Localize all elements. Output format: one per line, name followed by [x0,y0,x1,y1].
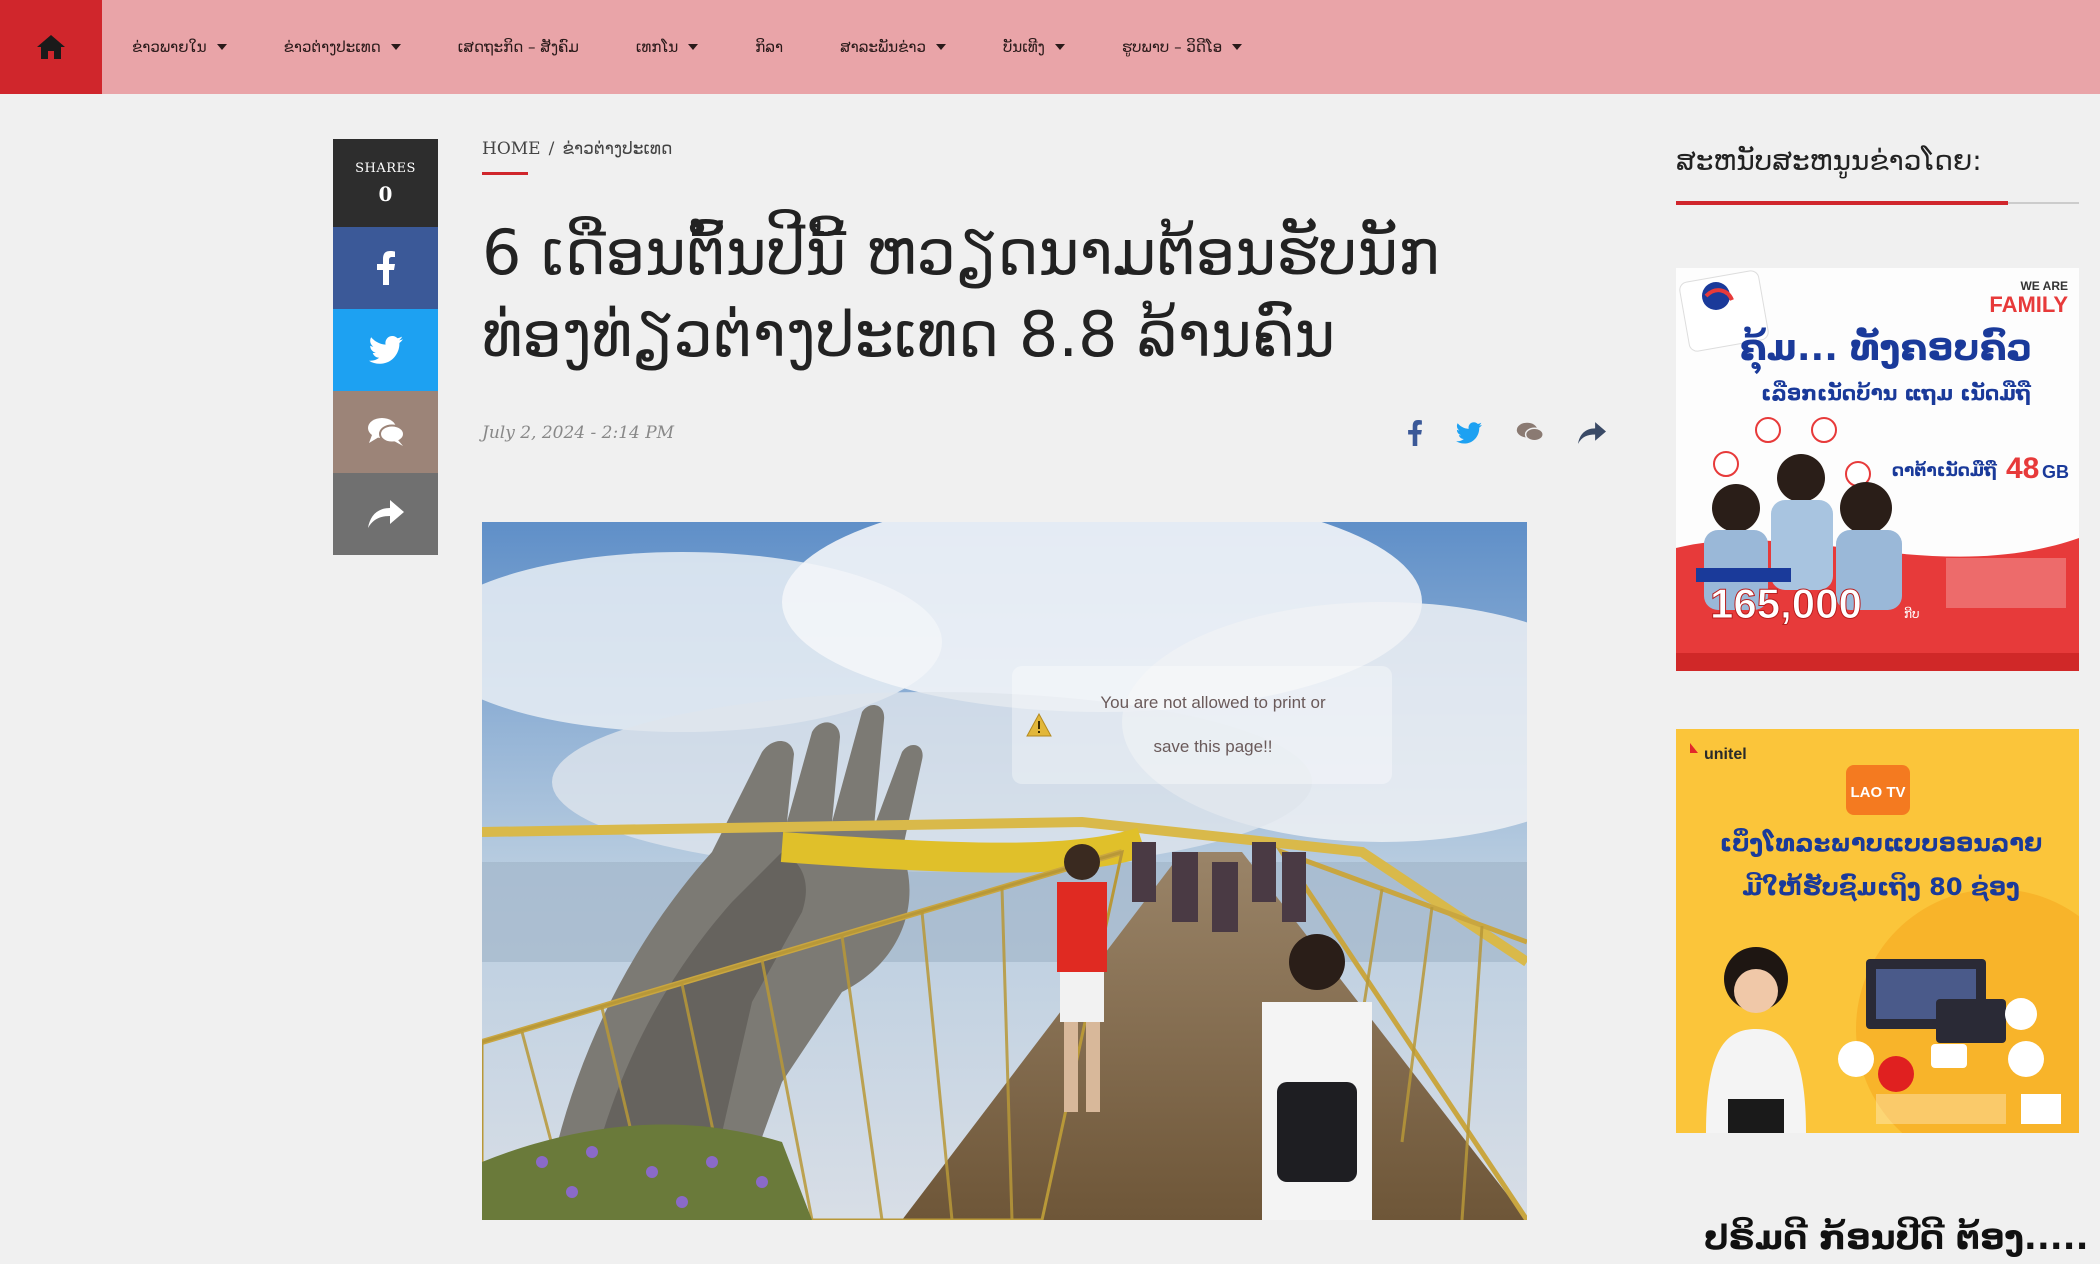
nav-item-label: ຂ່າວຕ່າງປະເທດ [283,38,381,56]
twitter-icon [368,336,403,364]
nav-item-1[interactable]: ຂ່າວຕ່າງປະເທດ [284,38,401,56]
ad1-data-label: ດາຕ້າເນັດມືຖື [1892,459,1998,481]
ad1-data-value: 48 [2006,452,2039,485]
nav-menu: ຂ່າວພາຍໃນ ຂ່າວຕ່າງປະເທດ ເສດຖະກິດ – ສັງຄົມ ເ… [102,0,1243,94]
comment-link[interactable] [1516,422,1544,444]
nav-item-label: ສາລະພັນຂ່າວ [840,38,926,56]
breadcrumb-home-link[interactable]: HOME [482,139,541,159]
share-arrow-icon [1578,422,1606,444]
ad2-brand: unitel [1704,746,1747,763]
caret-down-icon [688,44,699,50]
print-warning-line-1: You are not allowed to print or [1100,693,1326,712]
share-forward-button[interactable] [333,473,438,555]
shares-label: SHARES [355,160,416,176]
nav-item-label: ຂ່າວພາຍໃນ [132,38,207,56]
caret-down-icon [216,44,227,50]
share-arrow-icon [367,500,404,528]
sidebar-bottom-teaser: ປຣິມດີ ກ້ອນປີດີ ຕ້ອງ..... [1704,1218,2089,1258]
share-twitter-button[interactable] [333,309,438,391]
article-hero-image [482,522,1527,1220]
nav-item-4[interactable]: ກິລາ [755,38,783,56]
share-count-box: SHARES 0 [333,139,438,227]
ad2-logo: LAO TV [1851,784,1906,801]
home-button[interactable] [0,0,102,94]
print-warning-popup: You are not allowed to print or save thi… [1012,666,1392,784]
nav-item-2[interactable]: ເສດຖະກິດ – ສັງຄົມ [458,38,579,56]
nav-item-label: ຮູບພາບ – ວິດີໂອ [1121,38,1223,56]
print-warning-line-2: save this page!! [1153,737,1273,756]
sponsor-heading: ສະຫນັບສະຫນູນຂ່າວໂດຍ: [1676,144,1982,177]
facebook-icon [1408,420,1422,446]
unitel-laotv-ad-banner[interactable]: unitel LAO TV ເບິ່ງໂທລະພາບແບບອອນລາຍ ມີໃຫ… [1676,729,2079,1133]
nav-item-7[interactable]: ຮູບພາບ – ວິດີໂອ [1121,38,1243,56]
nav-item-label: ເສດຖະກິດ – ສັງຄົມ [457,38,579,56]
nav-item-label: ເທກໂນ [635,38,679,56]
ad1-headline: ຄຸ້ມ... ທັງຄອບຄົວ [1740,327,2032,375]
share-link[interactable] [1578,422,1606,444]
caret-down-icon [935,44,946,50]
nav-item-5[interactable]: ສາລະພັນຂ່າວ [840,38,946,56]
article-title: 6 ເດືອນຕົ້ນປີນີ້ ຫວຽດນາມຕ້ອນຮັບນັກທ່ອງທ່… [482,216,1440,371]
caret-down-icon [1232,44,1243,50]
twitter-share-link[interactable] [1456,422,1482,444]
comments-icon [1516,422,1544,442]
breadcrumb-separator: / [548,139,555,159]
nav-item-6[interactable]: ບັນເທີງ [1003,38,1065,56]
share-comment-button[interactable] [333,391,438,473]
breadcrumb-current[interactable]: ຂ່າວຕ່າງປະເທດ [562,139,672,159]
shares-count: 0 [378,181,393,206]
post-share-icons [1408,420,1606,446]
ad2-headline: ເບິ່ງໂທລະພາບແບບອອນລາຍ [1720,826,2043,857]
share-facebook-button[interactable] [333,227,438,309]
ad1-price-unit: ກີບ [1904,606,1920,621]
caret-down-icon [1054,44,1065,50]
twitter-icon [1456,422,1482,444]
caret-down-icon [390,44,401,50]
ad1-tag-top: WE ARE [2020,279,2068,293]
nav-item-0[interactable]: ຂ່າວພາຍໃນ [132,38,227,56]
breadcrumb-underline [482,172,528,175]
article-date: July 2, 2024 - 2:14 PM [482,423,675,443]
comments-icon [367,418,405,446]
ltc-family-ad-banner[interactable]: WE ARE FAMILY ຄຸ້ມ... ທັງຄອບຄົວ ເລືອກເນັ… [1676,268,2079,671]
top-nav: ຂ່າວພາຍໃນ ຂ່າວຕ່າງປະເທດ ເສດຖະກິດ – ສັງຄົມ ເ… [0,0,2100,94]
facebook-icon [376,251,395,285]
nav-item-3[interactable]: ເທກໂນ [635,38,699,56]
share-sidebar: SHARES 0 [333,139,438,555]
warning-icon [1026,713,1052,737]
ad2-sub: ມີໃຫ້ຮັບຊົມເຖິງ 80 ຊ່ອງ [1742,870,2020,902]
sponsor-heading-underline [1676,201,2079,205]
breadcrumb: HOME / ຂ່າວຕ່າງປະເທດ [482,139,672,159]
ad1-tag-family: FAMILY [1989,292,2068,317]
nav-item-label: ກິລາ [755,38,784,56]
nav-item-label: ບັນເທີງ [1002,38,1045,56]
facebook-share-link[interactable] [1408,420,1422,446]
ad1-data-unit: GB [2042,462,2069,482]
ad1-price: 165,000 [1710,580,1862,627]
ad1-sub: ເລືອກເນັດບ້ານ ແຖມ ເນັດມືຖື [1761,381,2032,405]
home-icon [37,35,65,59]
